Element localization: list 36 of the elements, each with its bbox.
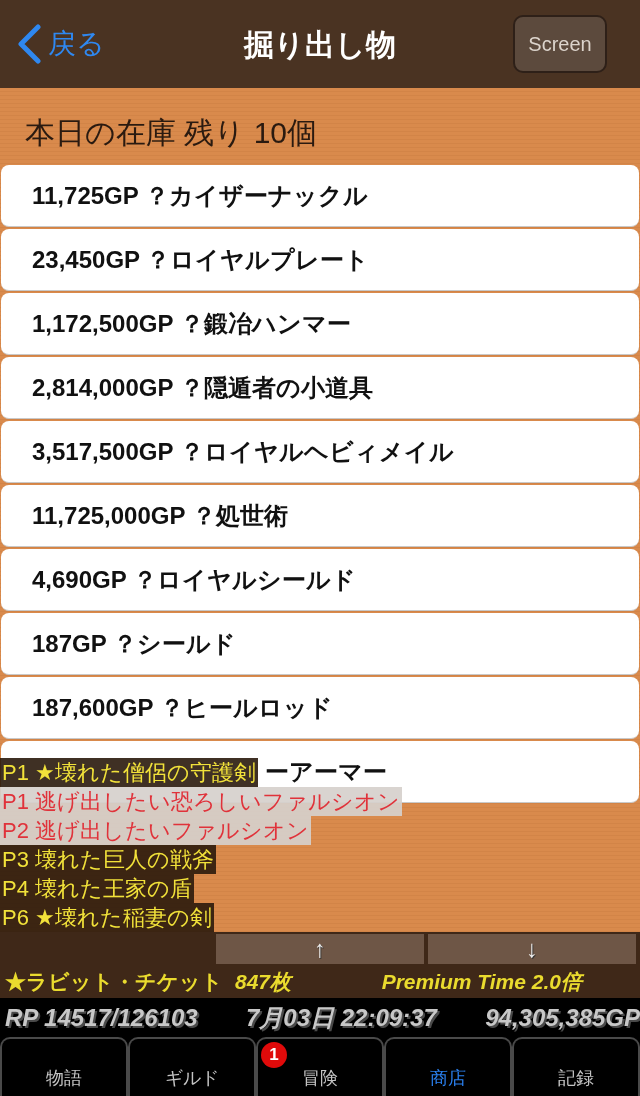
tab[interactable]: 商店 (384, 1037, 512, 1096)
chevron-left-icon (16, 24, 42, 64)
item-label: ーアーマー (265, 757, 387, 786)
item-label: 2,814,000GP ？隠遁者の小道具 (32, 373, 373, 402)
date-time: 7月03日 22:09:37 (246, 1002, 437, 1033)
item-row[interactable]: 3,517,500GP ？ロイヤルヘビィメイル (1, 421, 639, 483)
item-row[interactable]: 11,725,000GP ？処世術 (1, 485, 639, 547)
item-label: 4,690GP ？ロイヤルシールド (32, 565, 356, 594)
item-row[interactable]: 11,725GP ？カイザーナックル (1, 165, 639, 227)
item-row[interactable]: 4,690GP ？ロイヤルシールド (1, 549, 639, 611)
item-row[interactable]: 2,814,000GP ？隠遁者の小道具 (1, 357, 639, 419)
item-label: 11,725GP ？カイザーナックル (32, 181, 368, 210)
screen-button[interactable]: Screen (513, 15, 607, 73)
item-label: 3,517,500GP ？ロイヤルヘビィメイル (32, 437, 454, 466)
notification-badge: 1 (261, 1042, 287, 1068)
rp-counter: RP 14517/126103 (5, 1002, 198, 1033)
item-row[interactable]: 187GP ？シールド (1, 613, 639, 675)
item-row[interactable]: 23,450GP ？ロイヤルプレート (1, 229, 639, 291)
item-label: 23,450GP ？ロイヤルプレート (32, 245, 370, 274)
stock-header: 本日の在庫 残り 10個 (25, 115, 318, 151)
item-row[interactable]: 1,172,500GP ？鍛冶ハンマー (1, 293, 639, 355)
item-label: 1,172,500GP ？鍛冶ハンマー (32, 309, 351, 338)
scroll-button[interactable]: ↓ (428, 933, 636, 964)
item-label: 187GP ？シールド (32, 629, 236, 658)
page-title: 掘り出し物 (244, 26, 396, 63)
currency-amount: 94,305,385GP (485, 1002, 640, 1033)
scroll-button[interactable]: ↑ (216, 933, 424, 964)
tab[interactable]: 物語 (0, 1037, 128, 1096)
ticket-label: ★ラビット・チケット (5, 968, 223, 995)
ticket-count: 847枚 (235, 968, 292, 995)
item-label: 187,600GP ？ヒールロッド (32, 693, 333, 722)
tab[interactable]: ギルド (128, 1037, 256, 1096)
item-label: 11,725,000GP ？処世術 (32, 501, 288, 530)
tab[interactable]: 冒険 1 (256, 1037, 384, 1096)
tab[interactable]: 記録 (512, 1037, 640, 1096)
item-row[interactable]: 187,600GP ？ヒールロッド (1, 677, 639, 739)
